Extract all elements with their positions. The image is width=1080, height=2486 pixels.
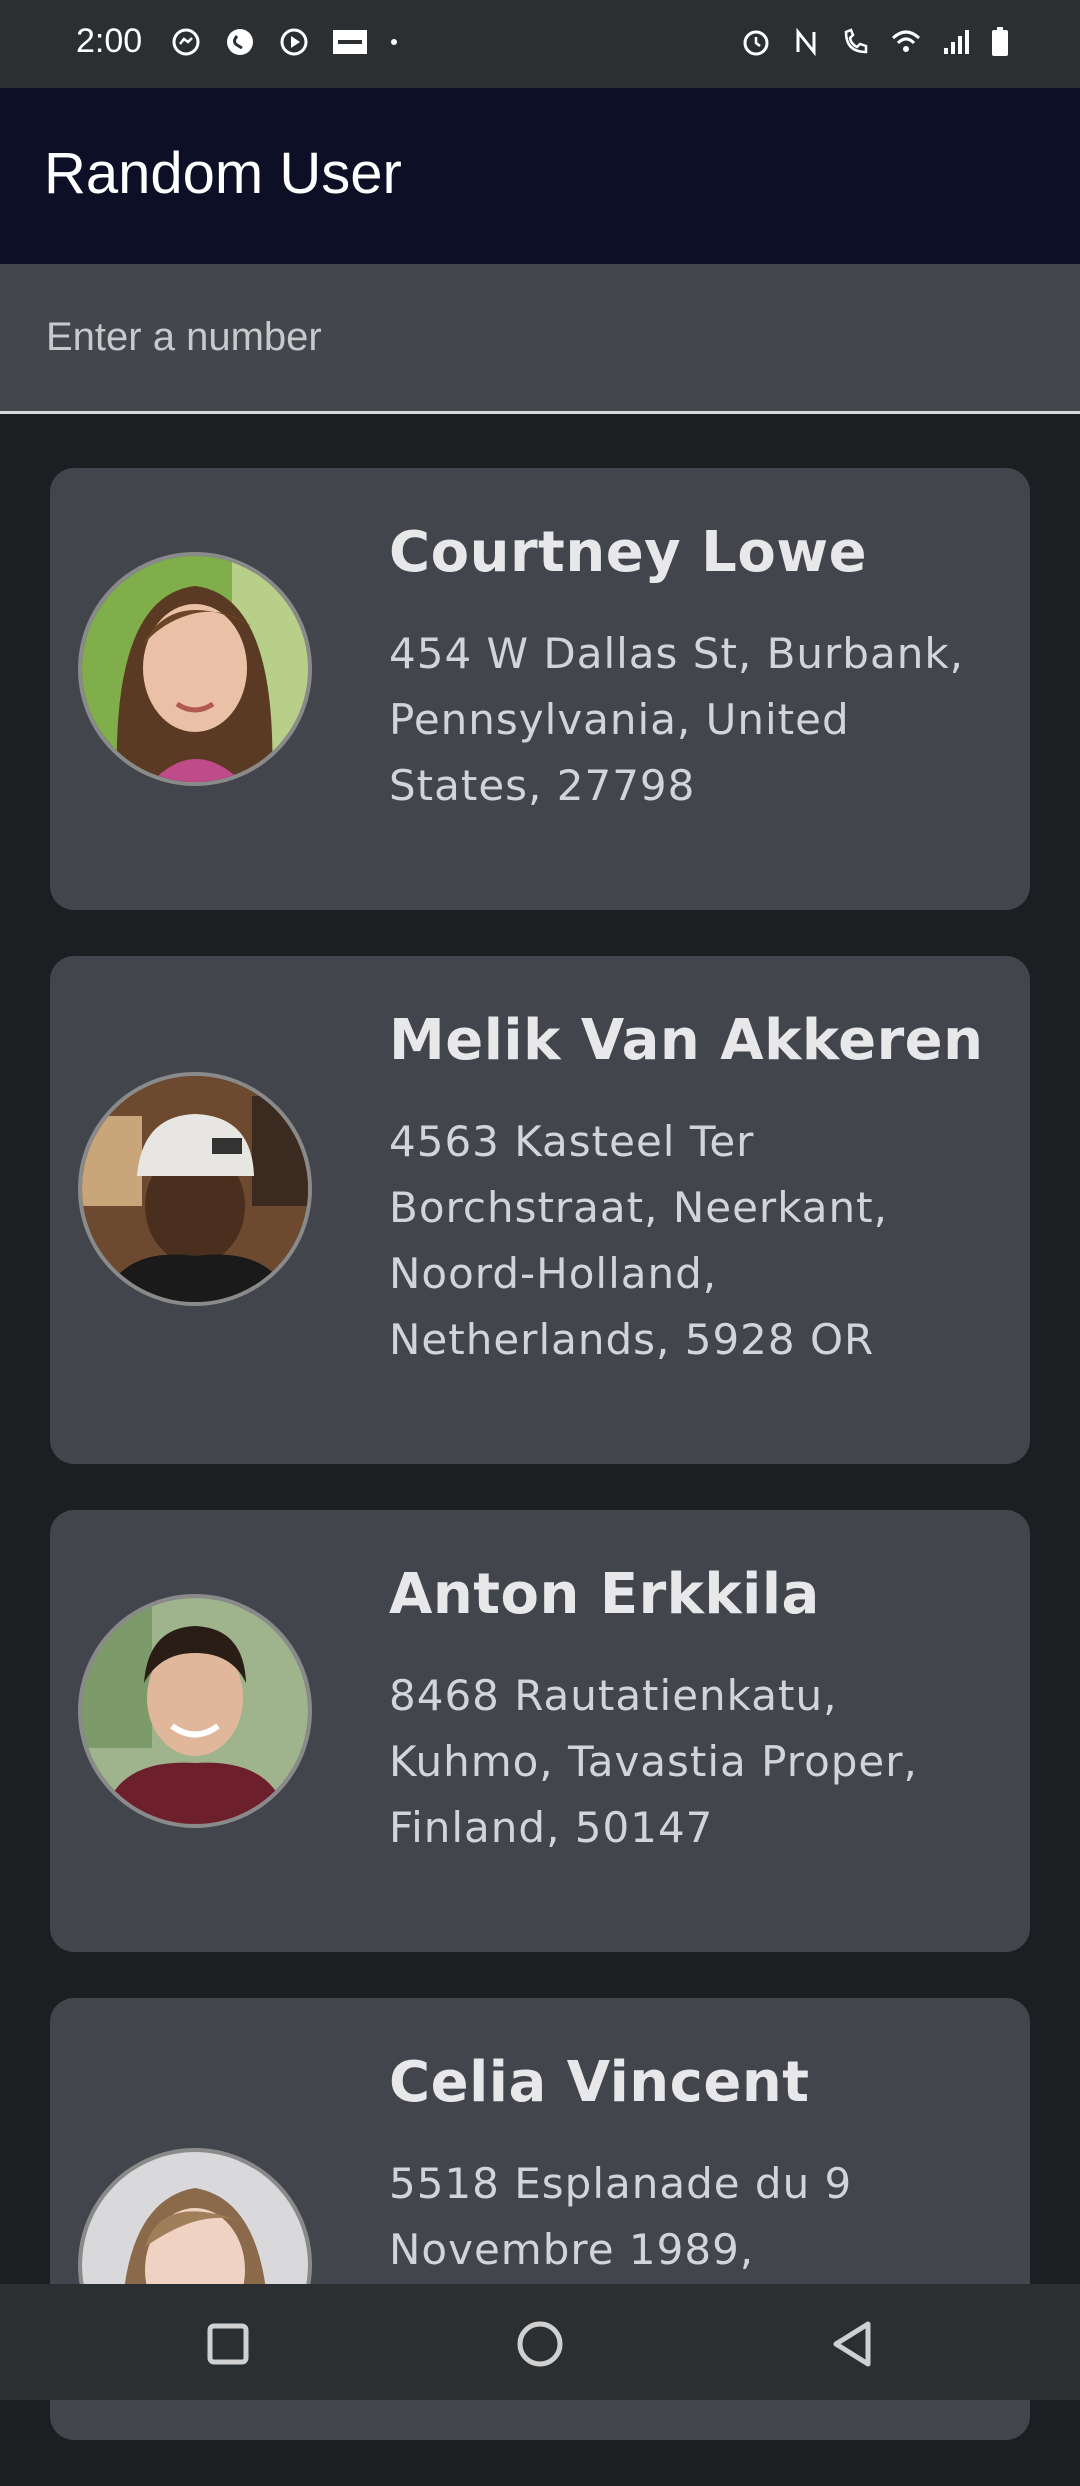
number-input[interactable] — [0, 264, 1080, 411]
avatar — [78, 1594, 312, 1828]
avatar — [78, 1072, 312, 1306]
system-nav-bar — [0, 2284, 1080, 2400]
call-icon — [844, 28, 868, 54]
avatar-man-maroon-shirt-icon — [82, 1598, 308, 1824]
avatar-man-white-beanie-icon — [82, 1076, 308, 1302]
signal-icon — [944, 30, 969, 54]
user-address: 4563 Kasteel Ter Borchstraat, Neerkant, … — [389, 1117, 888, 1364]
dot-icon — [391, 39, 397, 45]
messenger-icon — [172, 28, 200, 56]
nfc-icon — [796, 27, 816, 57]
app-bar: Random User — [0, 88, 1080, 264]
news-badge-icon — [333, 30, 367, 54]
wifi-icon — [891, 30, 921, 52]
user-list: Courtney Lowe 454 W Dallas St, Burbank, … — [50, 468, 1030, 2486]
media-play-icon — [280, 28, 308, 56]
user-name: Courtney Lowe — [389, 520, 868, 585]
user-address: 8468 Rautatienkatu, Kuhmo, Tavastia Prop… — [389, 1671, 918, 1852]
avatar — [78, 552, 312, 786]
user-address: 454 W Dallas St, Burbank, Pennsylvania, … — [389, 629, 964, 810]
user-card[interactable]: Melik Van Akkeren 4563 Kasteel Ter Borch… — [50, 956, 1030, 1464]
avatar-woman-brown-hair-icon — [82, 556, 308, 782]
user-address: 5518 Esplanade du 9 Novembre 1989, — [389, 2159, 853, 2274]
status-bar: 2:00 — [0, 0, 1080, 88]
recents-square-icon[interactable] — [198, 2314, 258, 2374]
user-name: Melik Van Akkeren — [389, 1008, 984, 1073]
user-card[interactable]: Courtney Lowe 454 W Dallas St, Burbank, … — [50, 468, 1030, 910]
home-circle-icon[interactable] — [510, 2314, 570, 2374]
user-name: Anton Erkkila — [389, 1562, 820, 1627]
user-card[interactable]: Anton Erkkila 8468 Rautatienkatu, Kuhmo,… — [50, 1510, 1030, 1952]
number-input-container — [0, 264, 1080, 414]
user-name: Celia Vincent — [389, 2050, 810, 2115]
status-time: 2:00 — [76, 22, 143, 60]
battery-icon — [992, 27, 1008, 56]
alarm-icon — [743, 30, 769, 56]
app-title: Random User — [44, 141, 402, 206]
shazam-icon — [227, 29, 253, 55]
back-triangle-icon[interactable] — [822, 2314, 882, 2374]
